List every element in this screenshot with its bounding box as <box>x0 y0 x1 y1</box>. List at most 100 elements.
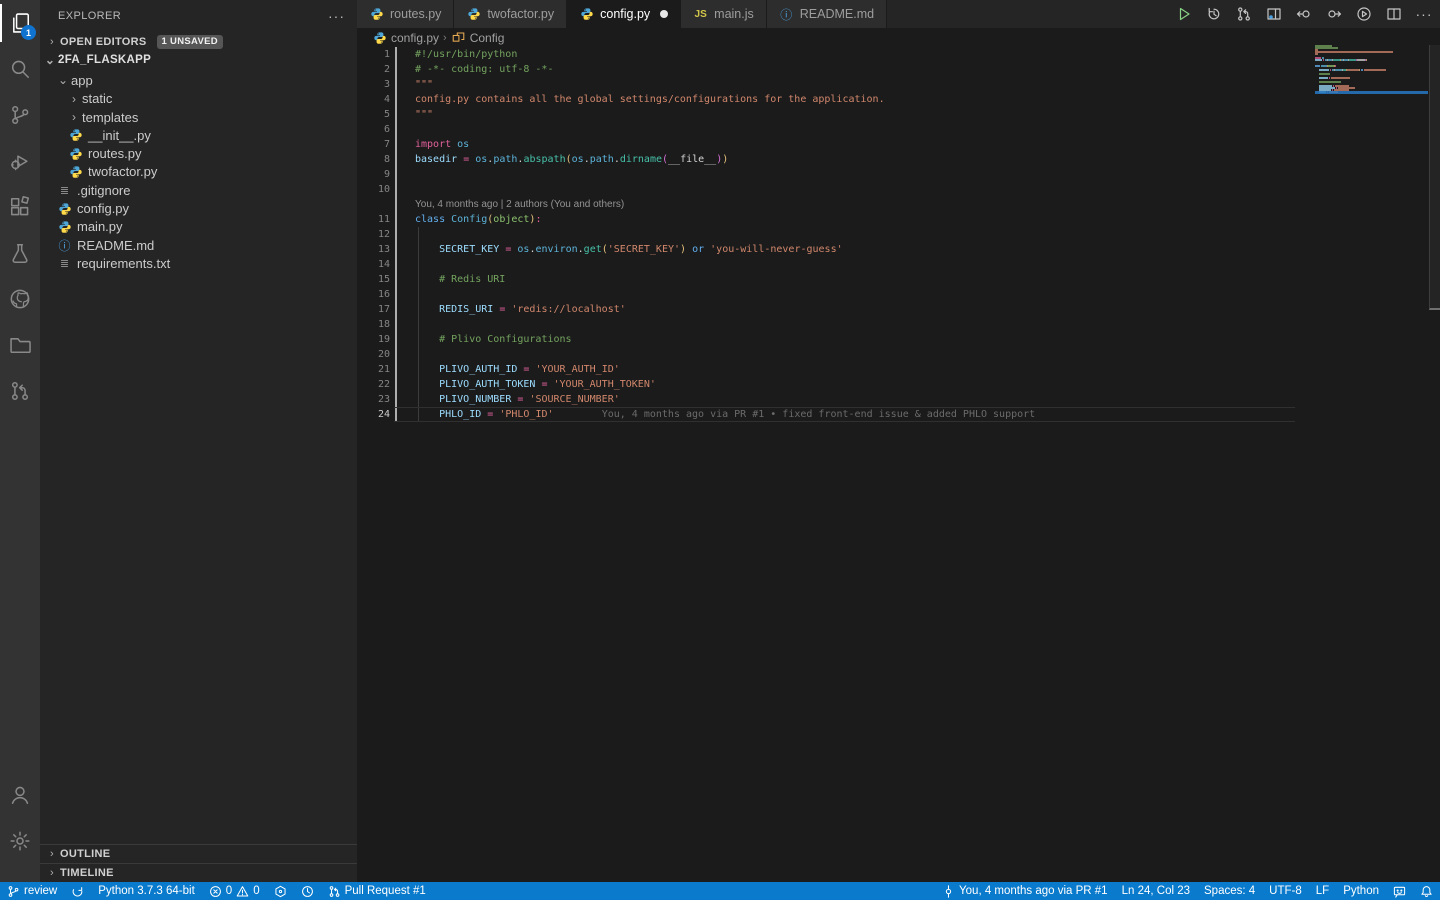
next-change-icon[interactable] <box>1324 4 1344 24</box>
unsaved-badge: 1 UNSAVED <box>157 35 223 49</box>
activity-bar: 1 <box>0 0 40 882</box>
split-editor-icon[interactable] <box>1384 4 1404 24</box>
minimap-current-line <box>1315 91 1428 94</box>
code-line-15: 15 # Redis URI <box>357 272 1440 287</box>
tree-item-root[interactable]: ⌄ 2FA_FLASKAPP <box>40 51 357 69</box>
minimap[interactable] <box>1315 45 1428 115</box>
tree-item-readme-md[interactable]: ⓘREADME.md <box>40 236 357 254</box>
open-on-remote-icon[interactable] <box>1354 4 1374 24</box>
gitlens-gutter-bar <box>395 47 397 422</box>
remote-explorer-icon[interactable] <box>0 322 40 368</box>
code-line-2: 2# -*- coding: utf-8 -*- <box>357 62 1440 77</box>
file-label: config.py <box>77 201 129 216</box>
status-cursor-position[interactable]: Ln 24, Col 23 <box>1115 882 1197 900</box>
tab-twofactor-py[interactable]: twofactor.py <box>454 0 567 28</box>
line-number: 6 <box>357 122 390 137</box>
tree-item--gitignore[interactable]: ≣.gitignore <box>40 181 357 199</box>
status-time-status[interactable] <box>294 882 321 900</box>
tab-routes-py[interactable]: routes.py <box>357 0 454 28</box>
status-python-interpreter[interactable]: Python 3.7.3 64-bit <box>91 882 202 900</box>
previous-change-icon[interactable] <box>1294 4 1314 24</box>
line-number: 1 <box>357 47 390 62</box>
file-label: .gitignore <box>77 183 130 198</box>
file-label: routes.py <box>88 146 141 161</box>
section-outline[interactable]: ›OUTLINE <box>40 844 357 863</box>
code-editor[interactable]: 1#!/usr/bin/python2# -*- coding: utf-8 -… <box>357 47 1440 882</box>
explorer-icon[interactable]: 1 <box>0 0 40 46</box>
scrollbar[interactable] <box>1429 45 1440 310</box>
status-encoding[interactable]: UTF-8 <box>1262 882 1309 900</box>
tab-label: main.js <box>714 7 754 21</box>
status-bar: review Python 3.7.3 64-bit 00 Pull Request … <box>0 882 1440 900</box>
status-notifications[interactable] <box>1413 882 1440 900</box>
tree-item-templates[interactable]: ›templates <box>40 108 357 126</box>
code-line-1: 1#!/usr/bin/python <box>357 47 1440 62</box>
status-linter-status[interactable] <box>267 882 294 900</box>
unsaved-dot-icon[interactable] <box>660 10 668 18</box>
tab-readme-md[interactable]: ⓘREADME.md <box>767 0 887 28</box>
code-line-12: 12 <box>357 227 1440 242</box>
testing-icon[interactable] <box>0 230 40 276</box>
open-editors-section[interactable]: › OPEN EDITORS 1 UNSAVED <box>40 32 357 51</box>
line-number: 11 <box>357 212 390 227</box>
tree-item-routes-py[interactable]: routes.py <box>40 144 357 162</box>
tree-item-main-py[interactable]: main.py <box>40 218 357 236</box>
tab-main-js[interactable]: JS main.js <box>681 0 767 28</box>
status-label: 0 <box>253 885 259 897</box>
chevron-right-icon: › <box>44 867 60 879</box>
more-actions-icon[interactable]: ··· <box>328 8 345 24</box>
tab-label: routes.py <box>390 7 441 21</box>
status-sync[interactable] <box>64 882 91 900</box>
line-number: 10 <box>357 182 390 197</box>
line-number: 7 <box>357 137 390 152</box>
status-label: Python 3.7.3 64-bit <box>98 885 195 897</box>
settings-icon[interactable] <box>0 818 40 864</box>
github-pull-requests-icon[interactable] <box>0 368 40 414</box>
line-number: 18 <box>357 317 390 332</box>
status-feedback[interactable] <box>1386 882 1413 900</box>
status-language-mode[interactable]: Python <box>1336 882 1386 900</box>
section-label: OUTLINE <box>60 848 110 860</box>
chevron-down-icon: ⌄ <box>57 73 69 87</box>
tree-item-app[interactable]: ⌄app <box>40 71 357 89</box>
js-file-icon: JS <box>693 7 708 22</box>
status-git-branch[interactable]: review <box>0 882 64 900</box>
status-indentation[interactable]: Spaces: 4 <box>1197 882 1262 900</box>
tree-item-requirements-txt[interactable]: ≣requirements.txt <box>40 254 357 272</box>
file-history-icon[interactable] <box>1204 4 1224 24</box>
run-and-debug-icon[interactable] <box>0 138 40 184</box>
source-control-icon[interactable] <box>0 92 40 138</box>
section-timeline[interactable]: ›TIMELINE <box>40 863 357 882</box>
python-file-icon <box>57 219 72 234</box>
status-label: LF <box>1316 885 1329 897</box>
breadcrumb-item-config.py[interactable]: config.py <box>372 30 439 45</box>
file-label: app <box>71 73 93 88</box>
root-folder-label: 2FA_FLASKAPP <box>58 54 151 66</box>
breadcrumb-item-config[interactable]: Config <box>451 30 505 45</box>
github-icon[interactable] <box>0 276 40 322</box>
tree-item-static[interactable]: ›static <box>40 90 357 108</box>
extensions-icon[interactable] <box>0 184 40 230</box>
file-label: static <box>82 91 112 106</box>
status-pull-request[interactable]: Pull Request #1 <box>321 882 433 900</box>
status-eol[interactable]: LF <box>1309 882 1336 900</box>
tab-config-py[interactable]: config.py <box>567 0 681 28</box>
open-changes-icon[interactable] <box>1264 4 1284 24</box>
more-actions-icon[interactable]: ··· <box>1414 4 1434 24</box>
python-file-icon <box>68 128 83 143</box>
codelens-annotation[interactable]: You, 4 months ago | 2 authors (You and o… <box>357 197 1440 212</box>
tree-item-twofactor-py[interactable]: twofactor.py <box>40 163 357 181</box>
chevron-right-icon: › <box>68 92 80 106</box>
status-problems[interactable]: 00 <box>202 882 267 900</box>
tab-label: README.md <box>800 7 874 21</box>
tree-item-config-py[interactable]: config.py <box>40 199 357 217</box>
status-gitlens-blame[interactable]: You, 4 months ago via PR #1 <box>935 882 1115 900</box>
open-pull-request-icon[interactable] <box>1234 4 1254 24</box>
line-number: 19 <box>357 332 390 347</box>
search-icon[interactable] <box>0 46 40 92</box>
accounts-icon[interactable] <box>0 772 40 818</box>
run-python-file-icon[interactable] <box>1174 4 1194 24</box>
code-line-16: 16 <box>357 287 1440 302</box>
line-number: 5 <box>357 107 390 122</box>
tree-item--init-py[interactable]: __init__.py <box>40 126 357 144</box>
